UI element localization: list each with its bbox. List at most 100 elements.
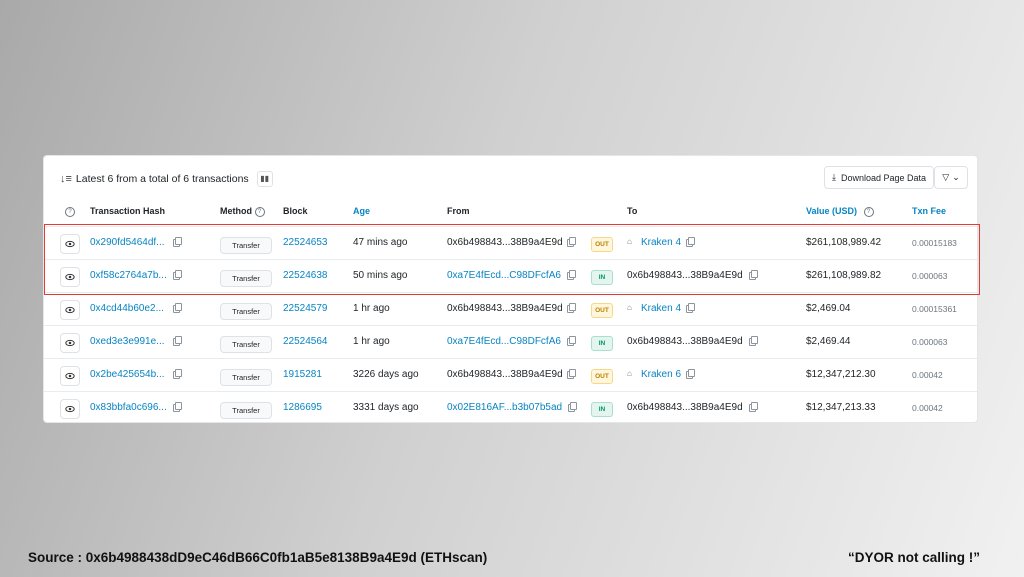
age-text: 1 hr ago [353,303,390,314]
source-caption: Source : 0x6b4988438dD9eC46dB66C0fb1aB5e… [28,550,488,565]
header-value[interactable]: Value (USD) ? [806,206,874,217]
method-badge: Transfer [220,303,272,320]
txn-fee: 0.00015183 [912,238,957,248]
age-text: 3331 days ago [353,402,419,413]
from-address: 0x6b498843...38B9a4E9d [447,237,563,248]
copy-icon[interactable] [173,369,182,379]
table-toolbar: ↓≡ Latest 6 from a total of 6 transactio… [44,156,977,198]
view-details-button[interactable] [60,333,80,353]
eye-icon [65,240,75,248]
value-usd: $2,469.04 [806,303,851,314]
summary-text: Latest 6 from a total of 6 transactions [75,173,249,185]
from-address[interactable]: 0x02E816AF...b3b07b5ad [447,402,562,413]
table-row: 0x4cd44b60e2... Transfer 22524579 1 hr ago 0… [44,292,977,326]
value-usd: $261,108,989.42 [806,237,882,248]
header-method-label: Method [220,206,252,216]
age-text: 3226 days ago [353,369,419,380]
copy-icon[interactable] [568,402,577,412]
header-fee[interactable]: Txn Fee [912,206,946,216]
from-address[interactable]: 0xa7E4fEcd...C98DFcfA6 [447,270,561,281]
view-details-button[interactable] [60,399,80,419]
age-text: 1 hr ago [353,336,390,347]
tx-hash-link[interactable]: 0xed3e3e991e... [90,336,165,347]
transactions-card: ↓≡ Latest 6 from a total of 6 transactio… [43,155,978,423]
copy-icon[interactable] [686,369,695,379]
copy-icon[interactable] [173,270,182,280]
copy-icon[interactable] [567,303,576,313]
copy-icon[interactable] [567,369,576,379]
method-badge: Transfer [220,237,272,254]
from-address: 0x6b498843...38B9a4E9d [447,303,563,314]
copy-icon[interactable] [173,402,182,412]
view-details-button[interactable] [60,234,80,254]
txn-fee: 0.00015361 [912,304,957,314]
sort-icon: ↓≡ [60,173,72,185]
bar-chart-icon[interactable]: ▮▮ [256,171,273,187]
view-details-button[interactable] [60,366,80,386]
copy-icon[interactable] [686,237,695,247]
bank-icon: ⌂ [627,237,632,246]
age-text: 47 mins ago [353,237,408,248]
transactions-summary: ↓≡ Latest 6 from a total of 6 transactio… [60,171,273,187]
method-badge: Transfer [220,402,272,419]
question-icon: ? [863,206,874,217]
table-row: 0x2be425654b... Transfer 1915281 3226 days … [44,358,977,392]
to-address: 0x6b498843...38B9a4E9d [627,336,743,347]
view-details-button[interactable] [60,300,80,320]
value-usd: $12,347,213.33 [806,402,876,413]
txn-fee: 0.000063 [912,337,948,347]
download-icon: ⤓ [832,172,836,182]
block-link[interactable]: 22524579 [283,303,328,314]
tx-hash-link[interactable]: 0x4cd44b60e2... [90,303,164,314]
to-address: 0x6b498843...38B9a4E9d [627,402,743,413]
block-link[interactable]: 22524653 [283,237,328,248]
txn-fee: 0.000063 [912,271,948,281]
direction-badge: IN [591,270,613,285]
copy-icon[interactable] [173,237,182,247]
header-age[interactable]: Age [353,206,370,216]
header-method: Method ? [220,206,265,217]
copy-icon[interactable] [749,270,758,280]
direction-badge: IN [591,336,613,351]
method-badge: Transfer [220,270,272,287]
view-details-button[interactable] [60,267,80,287]
header-from: From [447,206,470,216]
table-row: 0x83bbfa0c696... Transfer 1286695 3331 days… [44,391,977,425]
filter-button[interactable]: ▽ ⌄ [934,166,968,189]
copy-icon[interactable] [686,303,695,313]
tx-hash-link[interactable]: 0x2be425654b... [90,369,165,380]
tx-hash-link[interactable]: 0x83bbfa0c696... [90,402,167,413]
to-address[interactable]: Kraken 6 [641,369,681,380]
download-page-data-button[interactable]: ⤓ Download Page Data [824,166,935,189]
copy-icon[interactable] [749,402,758,412]
txn-fee: 0.00042 [912,370,943,380]
from-address[interactable]: 0xa7E4fEcd...C98DFcfA6 [447,336,561,347]
direction-badge: IN [591,402,613,417]
to-address[interactable]: Kraken 4 [641,303,681,314]
block-link[interactable]: 1286695 [283,402,322,413]
to-address[interactable]: Kraken 4 [641,237,681,248]
tx-hash-link[interactable]: 0xf58c2764a7b... [90,270,167,281]
copy-icon[interactable] [173,303,182,313]
bank-icon: ⌂ [627,369,632,378]
eye-icon [65,372,75,380]
copy-icon[interactable] [567,237,576,247]
tx-hash-link[interactable]: 0x290fd5464df... [90,237,165,248]
method-badge: Transfer [220,336,272,353]
copy-icon[interactable] [567,336,576,346]
block-link[interactable]: 1915281 [283,369,322,380]
copy-icon[interactable] [173,336,182,346]
from-address: 0x6b498843...38B9a4E9d [447,369,563,380]
block-link[interactable]: 22524564 [283,336,328,347]
block-link[interactable]: 22524638 [283,270,328,281]
bank-icon: ⌂ [627,303,632,312]
direction-badge: OUT [591,369,613,384]
table-row: 0xed3e3e991e... Transfer 22524564 1 hr ago 0… [44,325,977,359]
download-label: Download Page Data [840,172,927,183]
table-header: ? Transaction Hash Method ? Block Age Fr… [44,200,977,224]
question-icon: ? [65,206,75,217]
copy-icon[interactable] [567,270,576,280]
disclaimer-note: “DYOR not calling !” [848,550,981,565]
copy-icon[interactable] [749,336,758,346]
eye-icon [65,405,75,413]
